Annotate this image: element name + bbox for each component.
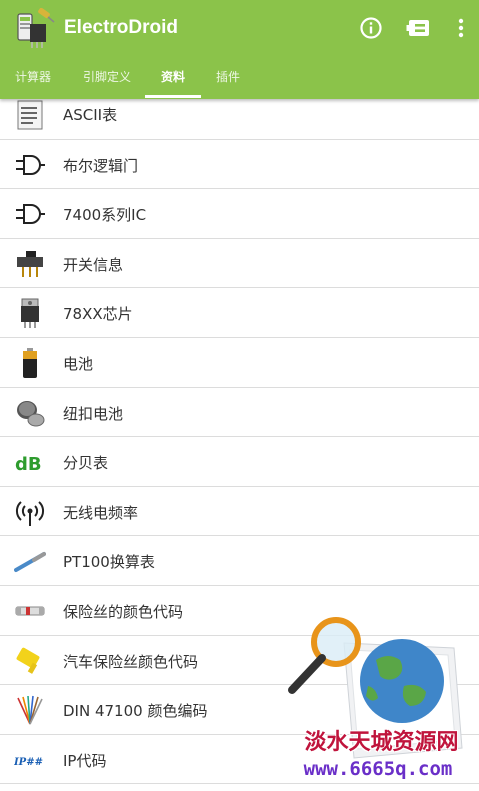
list-item-label: 保险丝的颜色代码 bbox=[63, 602, 184, 621]
tab-plugins[interactable]: 插件 bbox=[206, 62, 250, 99]
temperature-sensor-icon bbox=[14, 552, 46, 573]
logic-gate-icon bbox=[16, 204, 45, 225]
radio-signal-icon bbox=[15, 501, 45, 526]
coin-cell-icon bbox=[17, 400, 45, 427]
list-item[interactable]: 7400系列IC bbox=[0, 189, 479, 239]
list-item-label: 汽车保险丝颜色代码 bbox=[63, 652, 199, 671]
list-item-label: 电池 bbox=[63, 354, 94, 373]
list-item[interactable]: 纽扣电池 bbox=[0, 388, 479, 438]
list-item[interactable]: PT100换算表 bbox=[0, 536, 479, 586]
info-icon[interactable] bbox=[357, 14, 385, 42]
list-item-label: ASCII表 bbox=[63, 106, 118, 124]
blade-fuse-icon bbox=[16, 647, 40, 674]
list-item-label: 布尔逻辑门 bbox=[63, 156, 139, 175]
list-item[interactable]: 无线电频率 bbox=[0, 487, 479, 537]
list-item-label: 纽扣电池 bbox=[63, 404, 124, 423]
list-item[interactable]: 开关信息 bbox=[0, 239, 479, 289]
battery-icon bbox=[23, 347, 37, 378]
list-item-label: DIN 47100 颜色编码 bbox=[63, 702, 208, 721]
app-title: ElectroDroid bbox=[64, 17, 179, 38]
decibel-icon: dB bbox=[15, 454, 42, 475]
list-item[interactable]: dB 分贝表 bbox=[0, 437, 479, 487]
voltage-regulator-icon bbox=[21, 298, 39, 329]
list-item-label: 无线电频率 bbox=[63, 503, 139, 522]
app-bar: ElectroDroid 计算器 引脚定义 资料 插件 bbox=[0, 0, 479, 99]
list-item-label: 78XX芯片 bbox=[63, 305, 133, 324]
tab-calculators[interactable]: 计算器 bbox=[4, 62, 62, 99]
app-logo-icon bbox=[17, 8, 55, 48]
list-item-label: PT100换算表 bbox=[63, 553, 155, 572]
glass-fuse-icon bbox=[15, 606, 45, 616]
plug-icon[interactable] bbox=[405, 14, 433, 42]
svg-text:dB: dB bbox=[15, 454, 42, 475]
list-item[interactable]: 布尔逻辑门 bbox=[0, 140, 479, 190]
list-item[interactable]: 78XX芯片 bbox=[0, 288, 479, 338]
wire-bundle-icon bbox=[17, 696, 43, 725]
list-item-label: 7400系列IC bbox=[63, 206, 147, 225]
list-item-label: 开关信息 bbox=[63, 255, 124, 274]
list-item-label: IP代码 bbox=[63, 751, 107, 770]
overflow-menu-icon[interactable] bbox=[447, 14, 475, 42]
list-item-label: 分贝表 bbox=[63, 454, 109, 473]
list-item[interactable]: 电池 bbox=[0, 338, 479, 388]
ip-code-icon: IP## bbox=[14, 757, 43, 768]
active-tab-indicator bbox=[145, 95, 201, 98]
logic-gate-icon bbox=[16, 154, 45, 175]
tab-resources[interactable]: 资料 bbox=[145, 62, 201, 99]
switch-icon bbox=[17, 250, 43, 277]
watermark-site-name: 淡水天城资源网 bbox=[304, 729, 459, 755]
svg-text:IP##: IP## bbox=[14, 757, 43, 768]
watermark-url: www.6665q.com bbox=[303, 758, 453, 780]
ascii-table-icon bbox=[17, 100, 43, 130]
tab-bar: 计算器 引脚定义 资料 插件 bbox=[0, 62, 479, 99]
tab-pinouts[interactable]: 引脚定义 bbox=[74, 62, 140, 99]
